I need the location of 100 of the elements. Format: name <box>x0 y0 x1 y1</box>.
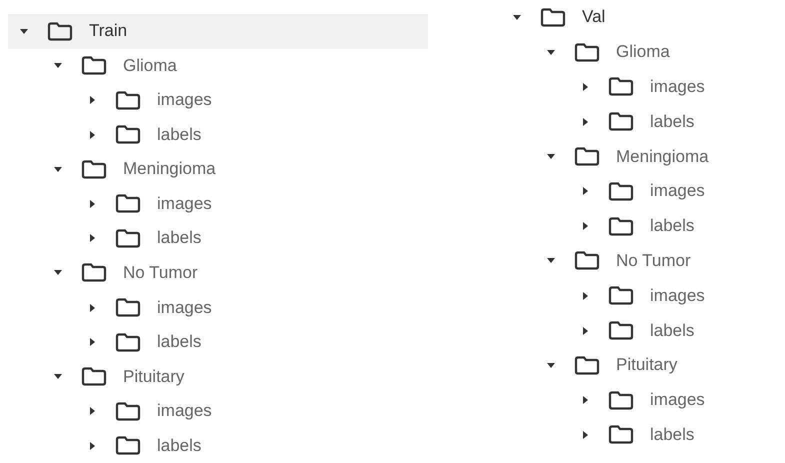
tree-row[interactable]: images <box>501 174 709 209</box>
caret-icon[interactable] <box>583 396 588 404</box>
tree-row[interactable]: Meningioma <box>501 139 709 174</box>
tree-row[interactable]: No Tumor <box>8 256 428 290</box>
folder-icon <box>81 160 107 179</box>
folder-icon <box>115 436 141 456</box>
folder-icon <box>81 56 107 76</box>
folder-name: Pituitary <box>123 366 184 387</box>
caret-icon[interactable] <box>547 362 555 368</box>
tree-row[interactable]: images <box>501 278 709 314</box>
folder-icon <box>608 182 634 201</box>
folder-name: Meningioma <box>123 159 216 180</box>
caret-icon[interactable] <box>583 222 588 230</box>
caret-icon[interactable] <box>583 326 588 335</box>
tree-row[interactable]: Meningioma <box>8 152 428 187</box>
tree-row[interactable]: Val <box>501 0 709 35</box>
folder-name: No Tumor <box>616 250 691 271</box>
folder-icon <box>115 332 141 352</box>
folder-name: labels <box>157 436 202 456</box>
folder-name: images <box>157 401 212 422</box>
folder-icon <box>608 286 634 306</box>
folder-icon <box>608 390 634 410</box>
tree-row[interactable]: images <box>501 382 709 418</box>
caret-icon[interactable] <box>90 442 95 450</box>
folder-icon <box>115 228 141 248</box>
tree-row[interactable]: labels <box>501 104 709 140</box>
folder-name: images <box>157 90 212 110</box>
caret-icon[interactable] <box>583 118 588 126</box>
folder-name: images <box>157 194 212 214</box>
folder-name: Glioma <box>123 56 177 76</box>
folder-name: images <box>157 298 212 318</box>
caret-icon[interactable] <box>90 234 95 242</box>
tree-row[interactable]: labels <box>8 118 428 152</box>
folder-icon <box>608 112 634 132</box>
tree-row[interactable]: images <box>501 70 709 104</box>
tree-row[interactable]: labels <box>501 418 709 452</box>
tree-row[interactable]: Train <box>8 14 428 49</box>
caret-icon[interactable] <box>90 338 95 346</box>
caret-icon[interactable] <box>583 430 588 439</box>
caret-icon[interactable] <box>90 304 95 312</box>
folder-icon <box>574 356 600 375</box>
caret-icon[interactable] <box>54 166 62 172</box>
tree-row[interactable]: images <box>8 290 428 325</box>
caret-icon[interactable] <box>547 154 555 160</box>
tree-row[interactable]: Glioma <box>8 48 428 84</box>
folder-icon <box>47 22 73 41</box>
tree-row[interactable]: labels <box>8 324 428 360</box>
tree-row[interactable]: labels <box>8 221 428 256</box>
folder-icon <box>574 147 600 166</box>
caret-icon[interactable] <box>54 270 62 276</box>
folder-icon <box>608 77 634 96</box>
caret-icon[interactable] <box>90 130 95 139</box>
tree-row[interactable]: images <box>8 394 428 428</box>
folder-name: Meningioma <box>616 146 709 167</box>
folder-name: images <box>650 76 705 97</box>
caret-icon[interactable] <box>547 50 555 55</box>
tree-row[interactable]: Pituitary <box>501 348 709 383</box>
folder-icon <box>81 263 107 282</box>
tree-row[interactable]: Pituitary <box>8 359 428 394</box>
folder-name: Train <box>89 21 128 42</box>
caret-icon[interactable] <box>90 96 95 104</box>
folder-name: images <box>650 181 705 202</box>
tree-row[interactable]: Glioma <box>501 34 709 70</box>
folder-icon <box>115 194 141 214</box>
caret-icon[interactable] <box>54 374 62 380</box>
caret-icon[interactable] <box>547 258 555 264</box>
folder-icon <box>574 251 600 270</box>
folder-name: No Tumor <box>123 262 198 283</box>
folder-name: labels <box>157 228 202 248</box>
folder-icon <box>81 367 107 386</box>
folder-name: images <box>650 286 705 306</box>
caret-icon[interactable] <box>90 200 95 208</box>
folder-name: labels <box>157 124 202 145</box>
folder-icon <box>608 216 634 236</box>
folder-name: Pituitary <box>616 355 678 376</box>
folder-icon <box>115 298 141 318</box>
folder-name: labels <box>650 112 694 132</box>
caret-icon[interactable] <box>513 14 521 20</box>
folder-name: labels <box>650 424 694 445</box>
folder-name: labels <box>650 216 694 236</box>
caret-icon[interactable] <box>583 292 588 300</box>
caret-icon[interactable] <box>20 28 28 34</box>
folder-icon <box>608 425 634 444</box>
tree-row[interactable]: labels <box>8 428 428 463</box>
caret-icon[interactable] <box>583 82 588 91</box>
folder-icon <box>540 8 566 27</box>
folder-icon <box>608 321 634 340</box>
tree-row[interactable]: labels <box>501 313 709 348</box>
folder-name: Glioma <box>616 42 670 62</box>
tree-row[interactable]: images <box>8 83 428 118</box>
folder-name: images <box>650 390 705 410</box>
tree-row[interactable]: images <box>8 186 428 222</box>
tree-row[interactable]: labels <box>501 208 709 244</box>
folder-icon <box>115 125 141 144</box>
caret-icon[interactable] <box>54 63 62 68</box>
folder-icon <box>115 402 141 421</box>
caret-icon[interactable] <box>583 187 588 196</box>
folder-name: Val <box>582 7 606 28</box>
tree-row[interactable]: No Tumor <box>501 244 709 278</box>
caret-icon[interactable] <box>90 407 95 416</box>
